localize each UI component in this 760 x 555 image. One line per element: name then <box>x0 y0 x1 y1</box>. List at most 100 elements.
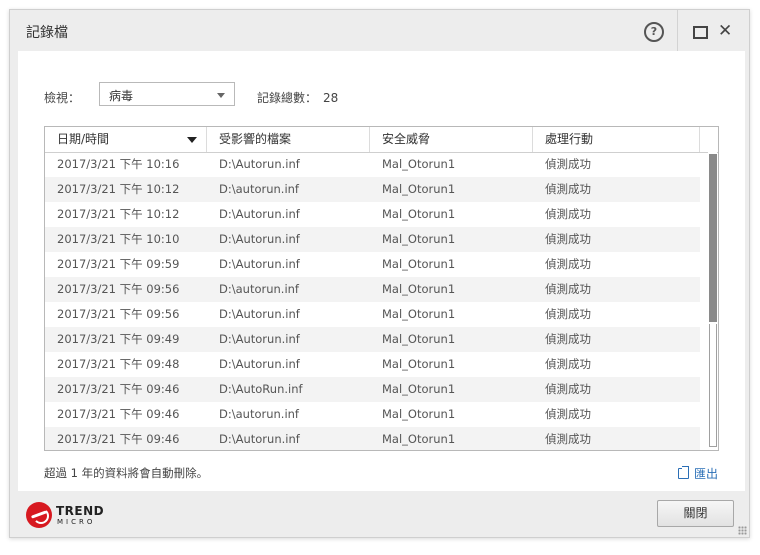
close-icon[interactable]: ✕ <box>718 21 732 41</box>
cell-action: 偵測成功 <box>545 432 591 446</box>
cell-threat: Mal_Otorun1 <box>382 407 456 421</box>
table-body: 2017/3/21 下午 10:16 D:\Autorun.inf Mal_Ot… <box>45 152 700 450</box>
column-header-label: 日期/時間 <box>57 132 110 146</box>
cell-file: D:\autorun.inf <box>219 282 299 296</box>
logo-text-micro: MICRO <box>57 518 96 526</box>
cell-datetime: 2017/3/21 下午 09:46 <box>57 432 180 446</box>
cell-action: 偵測成功 <box>545 282 591 296</box>
content-panel: 檢視： 病毒 記錄總數： 28 日期/時間 受影響的檔案 安全威脅 處理行動 2… <box>18 51 745 491</box>
table-row[interactable]: 2017/3/21 下午 09:46 D:\Autorun.inf Mal_Ot… <box>45 427 700 450</box>
scrollbar-track[interactable] <box>709 324 717 447</box>
cell-file: D:\Autorun.inf <box>219 432 300 446</box>
total-records-label: 記錄總數： <box>257 91 318 105</box>
cell-action: 偵測成功 <box>545 232 591 246</box>
cell-datetime: 2017/3/21 下午 09:46 <box>57 407 180 421</box>
table-row[interactable]: 2017/3/21 下午 09:49 D:\Autorun.inf Mal_Ot… <box>45 327 700 352</box>
cell-file: D:\Autorun.inf <box>219 257 300 271</box>
cell-file: D:\Autorun.inf <box>219 232 300 246</box>
title-bar[interactable]: 記錄檔 ? ✕ <box>10 10 749 52</box>
resize-grip-icon[interactable] <box>738 526 747 535</box>
table-scrollbar[interactable] <box>708 152 717 450</box>
cell-file: D:\autorun.inf <box>219 182 299 196</box>
export-link[interactable]: 匯出 <box>678 465 718 482</box>
cell-file: D:\Autorun.inf <box>219 157 300 171</box>
cell-file: D:\Autorun.inf <box>219 357 300 371</box>
cell-action: 偵測成功 <box>545 257 591 271</box>
cell-threat: Mal_Otorun1 <box>382 432 456 446</box>
export-icon <box>678 466 689 479</box>
table-row[interactable]: 2017/3/21 下午 09:56 D:\Autorun.inf Mal_Ot… <box>45 302 700 327</box>
view-filter-label: 檢視： <box>44 91 81 105</box>
table-row[interactable]: 2017/3/21 下午 10:12 D:\Autorun.inf Mal_Ot… <box>45 202 700 227</box>
cell-file: D:\autorun.inf <box>219 407 299 421</box>
cell-datetime: 2017/3/21 下午 09:59 <box>57 257 180 271</box>
logo-text-trend: TREND <box>56 504 105 518</box>
cell-datetime: 2017/3/21 下午 09:49 <box>57 332 180 346</box>
scrollbar-thumb[interactable] <box>709 154 717 322</box>
column-header-label: 處理行動 <box>545 132 594 146</box>
table-header: 日期/時間 受影響的檔案 安全威脅 處理行動 <box>45 127 718 153</box>
cell-threat: Mal_Otorun1 <box>382 232 456 246</box>
table-row[interactable]: 2017/3/21 下午 09:48 D:\Autorun.inf Mal_Ot… <box>45 352 700 377</box>
cell-datetime: 2017/3/21 下午 10:12 <box>57 182 180 196</box>
export-label: 匯出 <box>694 467 719 481</box>
cell-file: D:\Autorun.inf <box>219 207 300 221</box>
cell-threat: Mal_Otorun1 <box>382 257 456 271</box>
column-header-action[interactable]: 處理行動 <box>533 127 700 152</box>
cell-threat: Mal_Otorun1 <box>382 307 456 321</box>
maximize-icon[interactable] <box>693 26 708 39</box>
help-icon[interactable]: ? <box>644 22 664 42</box>
view-filter-value: 病毒 <box>109 89 134 103</box>
column-header-datetime[interactable]: 日期/時間 <box>45 127 207 152</box>
cell-threat: Mal_Otorun1 <box>382 182 456 196</box>
total-records-count: 28 <box>323 91 339 105</box>
cell-action: 偵測成功 <box>545 357 591 371</box>
cell-threat: Mal_Otorun1 <box>382 357 456 371</box>
column-header-label: 受影響的檔案 <box>219 132 292 146</box>
cell-threat: Mal_Otorun1 <box>382 282 456 296</box>
log-table: 日期/時間 受影響的檔案 安全威脅 處理行動 2017/3/21 下午 10:1… <box>44 126 719 451</box>
close-button[interactable]: 關閉 <box>657 500 734 527</box>
chevron-down-icon <box>217 93 225 98</box>
table-row[interactable]: 2017/3/21 下午 10:12 D:\autorun.inf Mal_Ot… <box>45 177 700 202</box>
sort-descending-icon <box>187 137 197 143</box>
cell-action: 偵測成功 <box>545 207 591 221</box>
total-records: 記錄總數： 28 <box>257 89 338 106</box>
window-title: 記錄檔 <box>26 25 68 41</box>
cell-datetime: 2017/3/21 下午 09:56 <box>57 282 180 296</box>
cell-threat: Mal_Otorun1 <box>382 157 456 171</box>
log-window: 記錄檔 ? ✕ 檢視： 病毒 記錄總數： 28 日期/時間 受影響的檔案 安全威… <box>9 9 750 538</box>
table-row[interactable]: 2017/3/21 下午 10:16 D:\Autorun.inf Mal_Ot… <box>45 152 700 177</box>
titlebar-divider <box>677 10 678 52</box>
table-row[interactable]: 2017/3/21 下午 09:56 D:\autorun.inf Mal_Ot… <box>45 277 700 302</box>
cell-file: D:\AutoRun.inf <box>219 382 303 396</box>
cell-threat: Mal_Otorun1 <box>382 207 456 221</box>
cell-datetime: 2017/3/21 下午 10:12 <box>57 207 180 221</box>
retention-note: 超過 1 年的資料將會自動刪除。 <box>44 466 209 480</box>
cell-action: 偵測成功 <box>545 332 591 346</box>
cell-action: 偵測成功 <box>545 307 591 321</box>
cell-action: 偵測成功 <box>545 182 591 196</box>
column-header-label: 安全威脅 <box>382 132 431 146</box>
cell-datetime: 2017/3/21 下午 10:10 <box>57 232 180 246</box>
cell-datetime: 2017/3/21 下午 09:46 <box>57 382 180 396</box>
column-header-file[interactable]: 受影響的檔案 <box>207 127 370 152</box>
table-row[interactable]: 2017/3/21 下午 09:46 D:\AutoRun.inf Mal_Ot… <box>45 377 700 402</box>
cell-datetime: 2017/3/21 下午 09:56 <box>57 307 180 321</box>
cell-threat: Mal_Otorun1 <box>382 332 456 346</box>
table-row[interactable]: 2017/3/21 下午 09:46 D:\autorun.inf Mal_Ot… <box>45 402 700 427</box>
view-filter-select[interactable]: 病毒 <box>99 82 235 106</box>
trend-micro-logo-icon <box>26 502 52 528</box>
cell-file: D:\Autorun.inf <box>219 307 300 321</box>
cell-action: 偵測成功 <box>545 407 591 421</box>
trend-micro-logo: TREND MICRO <box>26 500 116 530</box>
cell-action: 偵測成功 <box>545 157 591 171</box>
table-row[interactable]: 2017/3/21 下午 09:59 D:\Autorun.inf Mal_Ot… <box>45 252 700 277</box>
cell-datetime: 2017/3/21 下午 10:16 <box>57 157 180 171</box>
cell-file: D:\Autorun.inf <box>219 332 300 346</box>
cell-action: 偵測成功 <box>545 382 591 396</box>
table-row[interactable]: 2017/3/21 下午 10:10 D:\Autorun.inf Mal_Ot… <box>45 227 700 252</box>
cell-datetime: 2017/3/21 下午 09:48 <box>57 357 180 371</box>
cell-threat: Mal_Otorun1 <box>382 382 456 396</box>
column-header-threat[interactable]: 安全威脅 <box>370 127 533 152</box>
